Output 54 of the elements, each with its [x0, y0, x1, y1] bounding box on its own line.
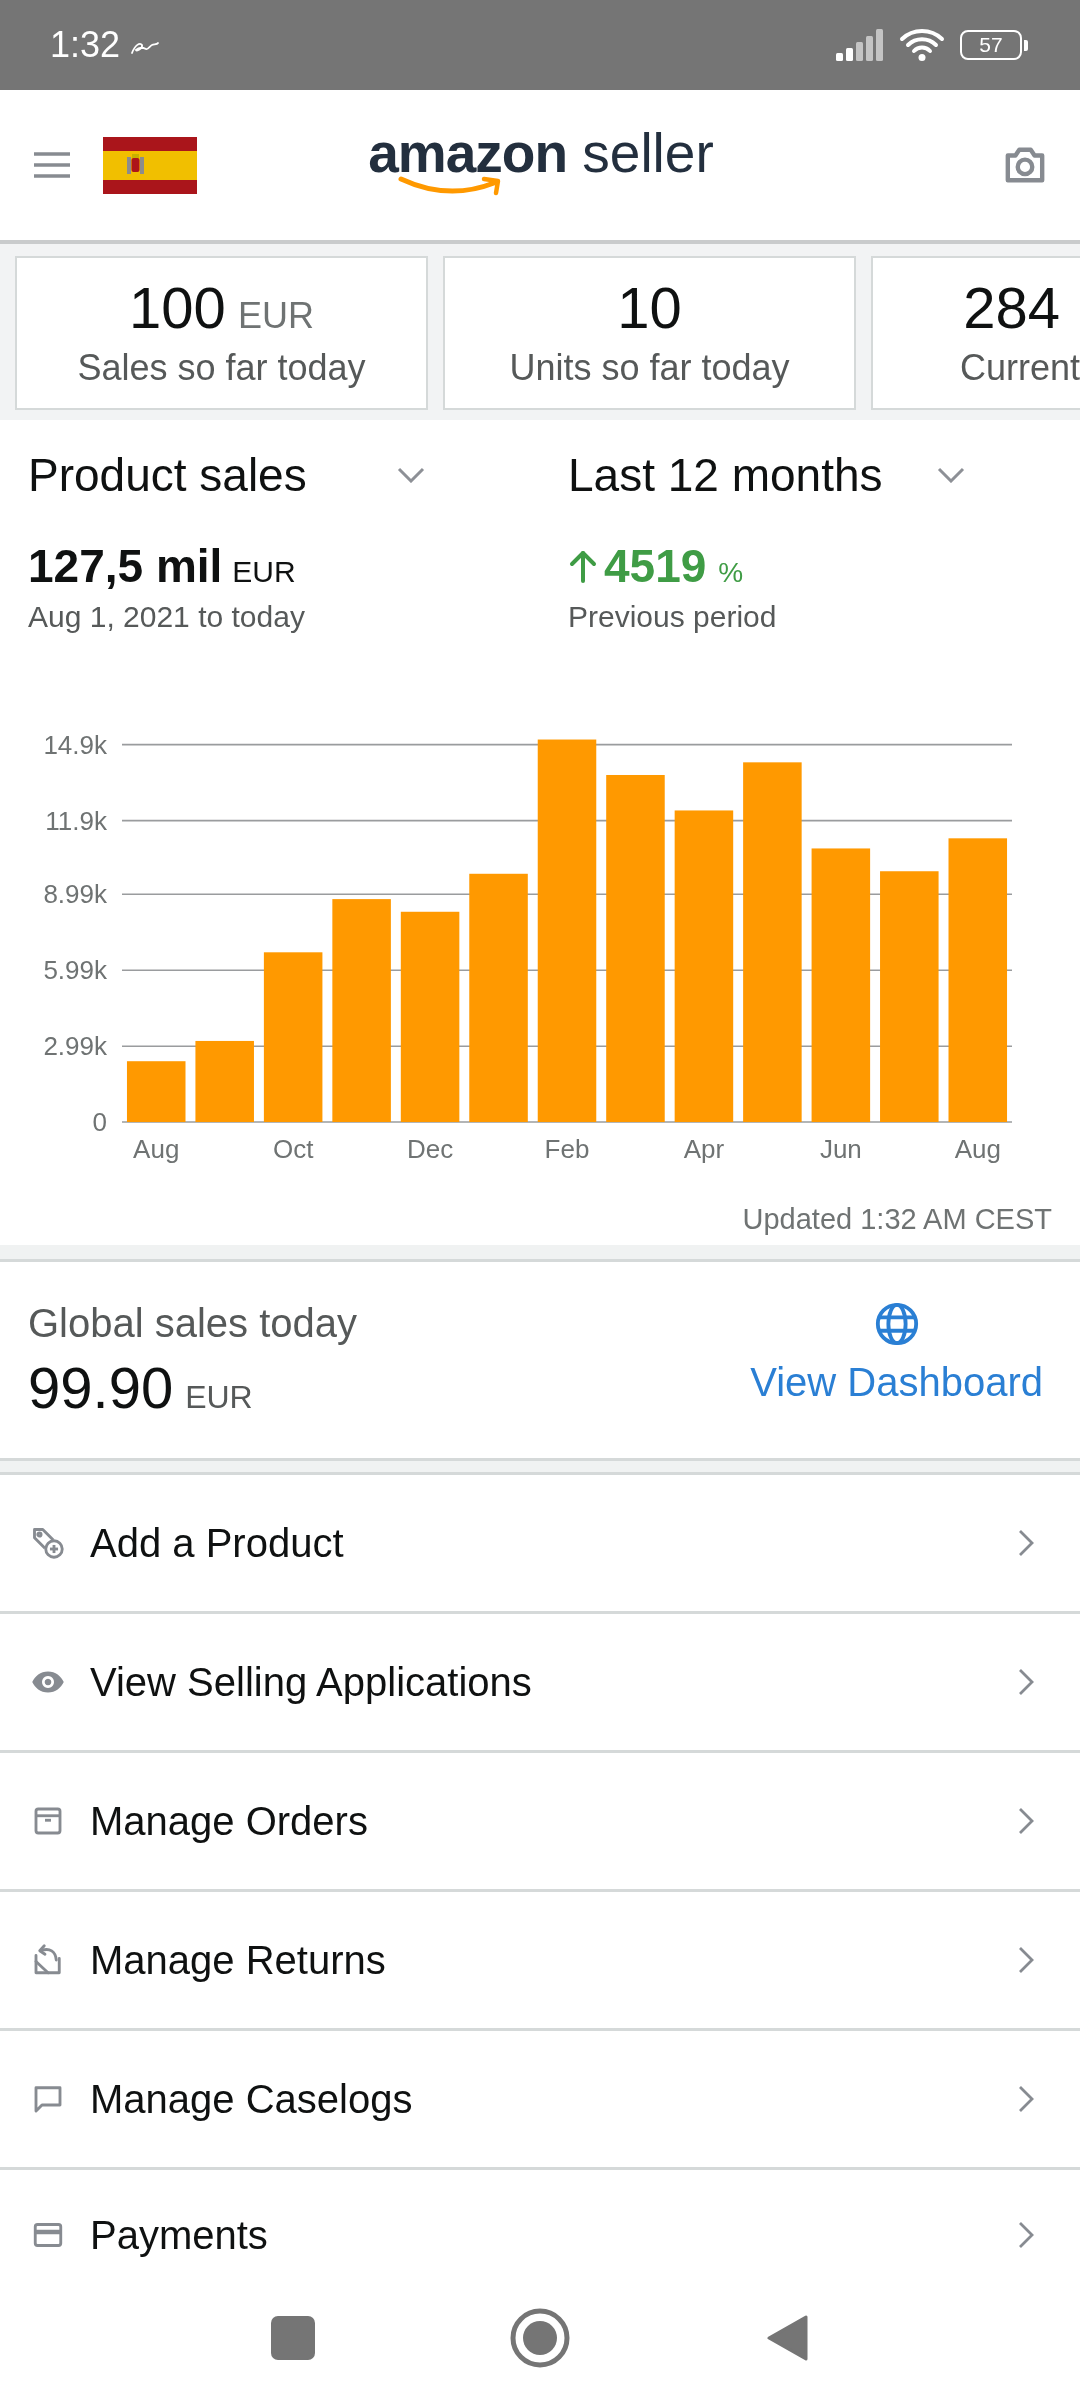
sales-total: 127,5 mil	[28, 539, 223, 593]
view-dashboard-link[interactable]: View Dashboard	[750, 1301, 1043, 1405]
wifi-icon	[899, 28, 945, 62]
x-axis-label: Apr	[683, 1134, 725, 1164]
battery-indicator: 57	[960, 30, 1028, 60]
chart-bar	[126, 1061, 186, 1122]
signal-icon	[836, 29, 884, 61]
menu-icon[interactable]	[34, 152, 70, 178]
comparison-label: Previous period	[568, 599, 777, 635]
chevron-down-icon	[397, 467, 425, 483]
x-axis-label: Jun	[819, 1134, 862, 1164]
x-axis-label: Aug	[954, 1134, 1001, 1164]
y-axis-label: 2.99k	[43, 1031, 107, 1062]
globe-icon	[873, 1301, 920, 1347]
chevron-right-icon	[1017, 2084, 1035, 2114]
percent-sign: %	[718, 557, 744, 589]
metric-card[interactable]: 10 Units so far today	[443, 256, 856, 410]
y-axis-label: 0	[92, 1107, 107, 1137]
y-axis-label: 14.9k	[43, 729, 107, 760]
date-range: Aug 1, 2021 to today	[28, 599, 305, 635]
metric-value: 284	[963, 277, 1060, 339]
x-axis-label: Dec	[406, 1134, 454, 1164]
currency-unit: EUR	[232, 555, 296, 589]
metric-card[interactable]: 100 EUR Sales so far today	[15, 256, 428, 410]
x-axis-label: Feb	[544, 1134, 590, 1164]
metric-unit: EUR	[237, 295, 314, 337]
flag-icon[interactable]	[103, 136, 197, 194]
global-sales-label: Global sales today	[28, 1300, 358, 1346]
metric-card[interactable]: 284 Current	[871, 256, 1080, 410]
metric-label: Units so far today	[509, 347, 790, 389]
metric-value: 10	[617, 277, 682, 339]
sales-change: 4519	[604, 539, 707, 593]
metric-value: 100	[129, 277, 226, 339]
chevron-right-icon	[1017, 1667, 1035, 1697]
metric-dropdown[interactable]: Product sales	[28, 449, 425, 501]
global-sales-value: 99.90	[28, 1356, 174, 1420]
metric-label: Sales so far today	[77, 347, 366, 389]
chevron-right-icon	[1017, 1806, 1035, 1836]
y-axis-label: 5.99k	[43, 955, 107, 986]
chevron-down-icon	[937, 467, 965, 483]
y-axis-label: 11.9k	[45, 805, 107, 836]
signature-icon	[130, 39, 161, 57]
tag-plus-icon	[30, 1525, 66, 1561]
app-logo: amazon seller	[368, 123, 714, 183]
x-axis-label: Aug	[133, 1134, 180, 1164]
status-time: 1:32	[50, 24, 121, 66]
period-dropdown[interactable]: Last 12 months	[568, 449, 965, 501]
x-axis-label: Oct	[272, 1134, 314, 1164]
metric-label: Current	[959, 347, 1080, 389]
chevron-right-icon	[1017, 1528, 1035, 1558]
y-axis-label: 8.99k	[43, 879, 107, 910]
updated-timestamp: Updated 1:32 AM CEST	[742, 1203, 1052, 1235]
chevron-right-icon	[1017, 1945, 1035, 1975]
currency-unit: EUR	[185, 1379, 253, 1416]
